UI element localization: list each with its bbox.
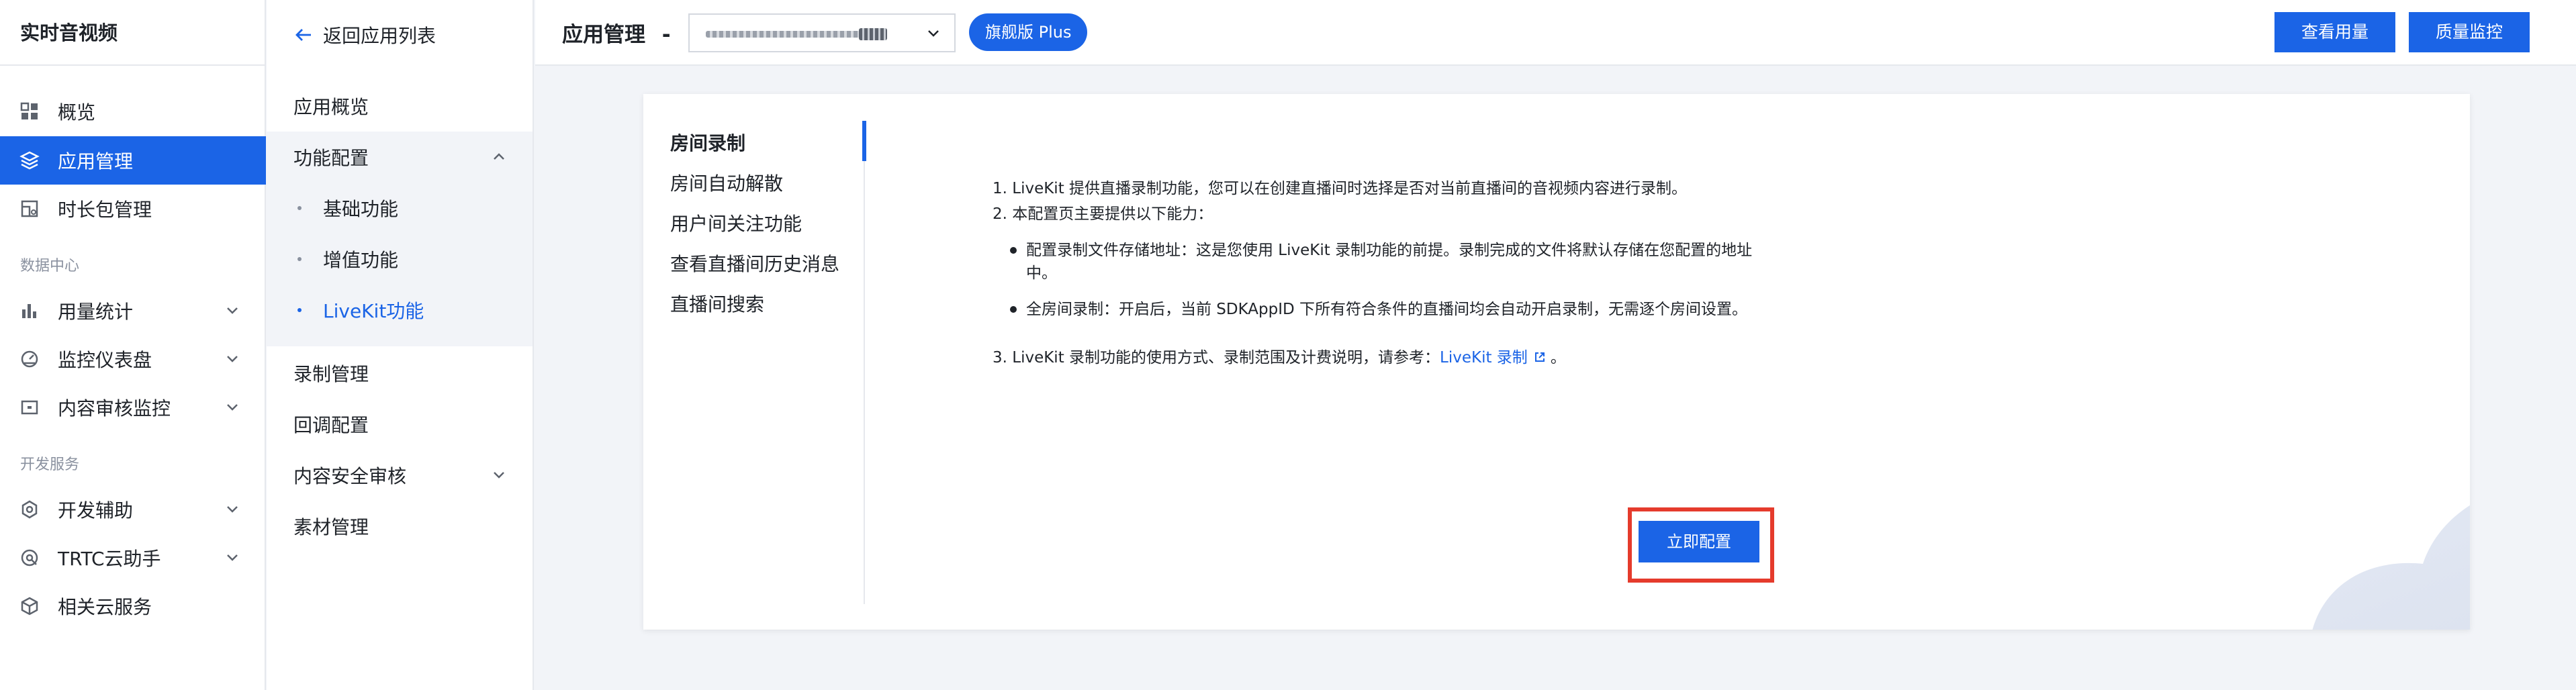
sidebar-item-label: 时长包管理: [58, 199, 152, 221]
subnav-child-label: LiveKit功能: [323, 300, 424, 322]
paragraph-2: 2. 本配置页主要提供以下能力：: [993, 205, 1213, 223]
back-to-app-list-link[interactable]: 返回应用列表: [267, 9, 533, 60]
bar-chart-icon: [19, 300, 40, 322]
app-id-redacted: [859, 28, 887, 40]
livekit-feature-card: 房间录制 房间自动解散 用户间关注功能 查看直播间历史消息 直播间搜索 1. L…: [643, 94, 2470, 630]
subnav-child-label: 增值功能: [323, 249, 399, 271]
sidebar-item-duration-package[interactable]: 时长包管理: [0, 185, 266, 233]
sidebar-item-label: TRTC云助手: [58, 548, 161, 570]
subnav-item-material-management[interactable]: 素材管理: [267, 501, 533, 552]
title-dash: -: [661, 23, 671, 47]
paragraph-3: 3. LiveKit 录制功能的使用方式、录制范围及计费说明，请参考：LiveK…: [993, 346, 1566, 369]
sidebar-item-trtc-assistant[interactable]: TRTC云助手: [0, 534, 266, 582]
sidebar-item-related-cloud-services[interactable]: 相关云服务: [0, 582, 266, 630]
paragraph-3-text: 3. LiveKit 录制功能的使用方式、录制范围及计费说明，请参考：: [993, 349, 1440, 366]
chevron-down-icon: [227, 506, 238, 513]
vertical-tabs: 房间录制 房间自动解散 用户间关注功能 查看直播间历史消息 直播间搜索: [643, 94, 866, 630]
subnav-item-callback-config[interactable]: 回调配置: [267, 399, 533, 450]
page-title: 应用管理 -: [562, 17, 671, 48]
bullet-dot: [297, 206, 302, 210]
paragraph-3-end: 。: [1550, 349, 1566, 366]
bullet-dot: [297, 308, 302, 312]
livekit-recording-doc-link[interactable]: LiveKit 录制: [1440, 349, 1528, 366]
sidebar-item-label: 内容审核监控: [58, 397, 171, 420]
sidebar-item-label: 应用管理: [58, 150, 134, 172]
subnav-item-content-security-audit[interactable]: 内容安全审核: [267, 450, 533, 501]
section-label-data-center: 数据中心: [20, 258, 80, 275]
chevron-down-icon: [227, 307, 238, 314]
tab-user-follow[interactable]: 用户间关注功能: [670, 209, 802, 236]
tab-room-auto-dismiss[interactable]: 房间自动解散: [670, 169, 783, 196]
chevron-up-icon: [494, 153, 504, 160]
sidebar-item-label: 用量统计: [58, 301, 134, 323]
view-usage-button[interactable]: 查看用量: [2274, 12, 2395, 52]
bullet-dot: [297, 257, 302, 261]
cube-icon: [19, 595, 40, 617]
app-selector-dropdown[interactable]: [688, 13, 956, 52]
sidebar-item-app-management[interactable]: 应用管理: [0, 136, 266, 185]
active-tab-indicator: [862, 121, 866, 161]
edition-badge: 旗舰版 Plus: [969, 13, 1088, 51]
bullet-full-room-recording: 全房间录制：开启后，当前 SDKAppID 下所有符合条件的直播间均会自动开启录…: [1010, 298, 1747, 321]
subnav-group-label: 功能配置: [293, 147, 369, 169]
subnav-item-feature-config[interactable]: 功能配置: [267, 132, 533, 183]
chevron-down-icon: [494, 472, 504, 479]
subnav-child-label: 基础功能: [323, 198, 399, 220]
chevron-down-icon: [227, 356, 238, 362]
sidebar-item-monitor-dashboard[interactable]: 监控仪表盘: [0, 335, 266, 383]
sidebar-item-label: 概览: [58, 101, 96, 124]
tab-room-recording[interactable]: 房间录制: [670, 129, 745, 156]
subnav-label: 内容安全审核: [293, 465, 407, 487]
tab-room-search[interactable]: 直播间搜索: [670, 290, 764, 317]
hexagon-gear-icon: [19, 499, 40, 520]
package-icon: [19, 198, 40, 219]
layers-icon: [19, 150, 40, 171]
grid-icon: [19, 101, 40, 122]
section-label-dev-services: 开发服务: [20, 456, 80, 473]
sidebar-item-overview[interactable]: 概览: [0, 87, 266, 136]
cloud-sphere-illustration: [2312, 505, 2470, 630]
tab-history-messages[interactable]: 查看直播间历史消息: [670, 250, 839, 277]
page-header: 应用管理 - 旗舰版 Plus 查看用量 质量监控: [535, 0, 2576, 66]
arrow-left-icon: [295, 29, 311, 41]
bullet-line: 中。: [1026, 264, 1057, 282]
bullet-line: 全房间录制：开启后，当前 SDKAppID 下所有符合条件的直播间均会自动开启录…: [1026, 301, 1748, 318]
subnav-item-recording-management[interactable]: 录制管理: [267, 348, 533, 399]
sidebar-item-label: 开发辅助: [58, 499, 134, 522]
sidebar-item-label: 监控仪表盘: [58, 349, 152, 371]
quality-monitor-button[interactable]: 质量监控: [2409, 12, 2530, 52]
bullet-dot: [1010, 306, 1017, 313]
bullet-line: 配置录制文件存储地址：这是您使用 LiveKit 录制功能的前提。录制完成的文件…: [1026, 242, 1753, 259]
bullet-storage-config: 配置录制文件存储地址：这是您使用 LiveKit 录制功能的前提。录制完成的文件…: [1010, 239, 1752, 285]
tabs-divider: [864, 121, 865, 604]
sidebar-item-content-audit-monitor[interactable]: 内容审核监控: [0, 383, 266, 432]
assistant-icon: [19, 547, 40, 569]
subnav-item-basic-features[interactable]: 基础功能: [267, 183, 533, 234]
app-sub-navigation: 返回应用列表 应用概览 功能配置 基础功能 增值功能 LiveKit功能 录制管…: [267, 0, 534, 690]
subnav-item-value-added-features[interactable]: 增值功能: [267, 234, 533, 285]
paragraph-1: 1. LiveKit 提供直播录制功能，您可以在创建直播间时选择是否对当前直播间…: [993, 180, 1688, 197]
sidebar-item-dev-assist[interactable]: 开发辅助: [0, 485, 266, 534]
sidebar-item-usage-stats[interactable]: 用量统计: [0, 287, 266, 335]
page-title-text: 应用管理: [562, 23, 645, 47]
chevron-down-icon: [928, 30, 939, 37]
external-link-icon: [1534, 352, 1545, 362]
app-name-redacted: [706, 31, 860, 38]
subnav-item-app-overview[interactable]: 应用概览: [267, 81, 533, 132]
bullet-dot: [1010, 247, 1017, 254]
chevron-down-icon: [227, 404, 238, 411]
subnav-item-livekit-features[interactable]: LiveKit功能: [267, 285, 533, 336]
sidebar-item-label: 相关云服务: [58, 596, 152, 618]
product-title: 实时音视频: [0, 0, 265, 66]
main-sidebar: 实时音视频 概览 应用管理 时长包管理 数据中心 用量统计 监控仪表盘 内容审核…: [0, 0, 266, 690]
configure-now-button[interactable]: 立即配置: [1639, 521, 1759, 562]
back-label: 返回应用列表: [323, 25, 436, 47]
gauge-icon: [19, 348, 40, 370]
monitor-icon: [19, 397, 40, 418]
chevron-down-icon: [227, 554, 238, 561]
